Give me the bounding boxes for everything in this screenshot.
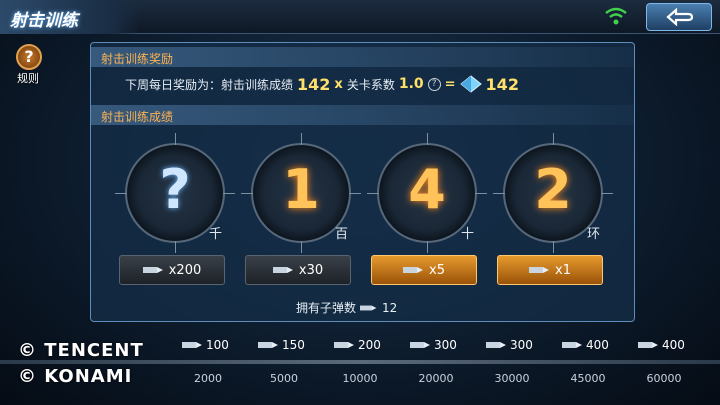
- help-icon: ?: [16, 44, 42, 70]
- track-reward-value: 300: [434, 338, 457, 352]
- bet-label: x1: [555, 262, 571, 278]
- unit-tens: 十: [461, 227, 475, 242]
- track-reward-item[interactable]: 100: [182, 334, 242, 356]
- rules-button[interactable]: ? 规则: [8, 44, 52, 88]
- rules-label: 规则: [17, 72, 39, 85]
- bet-button-x200[interactable]: x200: [119, 255, 225, 285]
- track-reward-item[interactable]: 300: [410, 334, 470, 356]
- track-reward-item[interactable]: 400: [638, 334, 698, 356]
- bet-label: x30: [298, 262, 324, 278]
- bullet-icon: [410, 342, 430, 348]
- bullet-icon: [142, 267, 163, 273]
- scope-units: 2 环: [493, 133, 613, 253]
- score-section-header: 射击训练成绩: [91, 105, 634, 125]
- reward-result: 142: [485, 74, 519, 94]
- bullet-icon: [360, 305, 377, 310]
- track-reward-item[interactable]: 400: [562, 334, 622, 356]
- ammo-label: 拥有子弹数: [296, 301, 357, 315]
- unit-units: 环: [587, 227, 601, 242]
- training-panel: 射击训练奖励 下周每日奖励为：射击训练成绩 142 x 关卡系数 1.0 ? =…: [90, 42, 635, 322]
- track-reward-value: 300: [510, 338, 533, 352]
- scope-tens: 4 十: [367, 133, 487, 253]
- bullet-icon: [272, 267, 293, 273]
- bullet-icon: [258, 342, 278, 348]
- track-threshold: 20000: [418, 372, 454, 385]
- bullet-icon: [638, 342, 658, 348]
- watermark-tencent: © TENCENT: [18, 340, 144, 361]
- factor-value: 1.0: [398, 76, 424, 92]
- reward-prefix: 下周每日奖励为：射击训练成绩: [125, 77, 294, 92]
- reward-section-header: 射击训练奖励: [91, 47, 634, 67]
- track-threshold: 2000: [194, 372, 222, 385]
- scope-thousands: ? 千: [115, 133, 235, 253]
- score-digit-hundreds: 1: [282, 158, 320, 221]
- scope-hundreds: 1 百: [241, 133, 361, 253]
- bullet-icon: [529, 267, 550, 273]
- unit-thousands: 千: [209, 227, 223, 242]
- bullet-icon: [334, 342, 354, 348]
- bet-button-x30[interactable]: x30: [245, 255, 351, 285]
- bullet-icon: [403, 267, 424, 273]
- bet-button-x1[interactable]: x1: [497, 255, 603, 285]
- watermark-konami: © KONAMI: [18, 366, 133, 387]
- back-arrow-icon: [666, 8, 694, 26]
- track-reward-item[interactable]: 150: [258, 334, 318, 356]
- back-button[interactable]: [646, 3, 712, 31]
- page-title: 射击训练: [10, 11, 78, 31]
- factor-label: 关卡系数: [346, 77, 395, 92]
- bet-button-x5[interactable]: x5: [371, 255, 477, 285]
- bullet-icon: [182, 342, 202, 348]
- track-reward-item[interactable]: 200: [334, 334, 394, 356]
- track-reward-value: 150: [282, 338, 305, 352]
- equals-sign: =: [444, 76, 456, 92]
- score-digit-units: 2: [534, 158, 572, 221]
- track-reward-value: 200: [358, 338, 381, 352]
- score-section-title: 射击训练成绩: [101, 110, 174, 124]
- track-threshold: 10000: [342, 372, 378, 385]
- track-reward-value: 400: [586, 338, 609, 352]
- track-threshold: 60000: [646, 372, 682, 385]
- bet-label: x200: [168, 262, 202, 278]
- reward-score: 142: [297, 74, 331, 94]
- top-bar: 射击训练: [0, 0, 720, 34]
- reward-formula: 下周每日奖励为：射击训练成绩 142 x 关卡系数 1.0 ? = 142: [125, 73, 519, 95]
- track-threshold: 30000: [494, 372, 530, 385]
- unit-hundreds: 百: [335, 227, 349, 242]
- track-reward-value: 400: [662, 338, 685, 352]
- factor-help-icon[interactable]: ?: [427, 77, 441, 91]
- ammo-value: 12: [382, 300, 398, 315]
- ammo-count: 拥有子弹数 12: [296, 299, 397, 316]
- score-digit-thousands: ?: [159, 158, 191, 221]
- bet-label: x5: [429, 262, 445, 278]
- track-reward-value: 100: [206, 338, 229, 352]
- score-digit-tens: 4: [408, 158, 446, 221]
- reward-section-title: 射击训练奖励: [101, 52, 174, 66]
- times-sign: x: [334, 76, 343, 92]
- bullet-icon: [486, 342, 506, 348]
- track-threshold: 5000: [270, 372, 298, 385]
- diamond-icon: [459, 75, 482, 93]
- bullet-icon: [562, 342, 582, 348]
- wifi-icon: [605, 7, 627, 25]
- track-reward-item[interactable]: 300: [486, 334, 546, 356]
- track-threshold: 45000: [570, 372, 606, 385]
